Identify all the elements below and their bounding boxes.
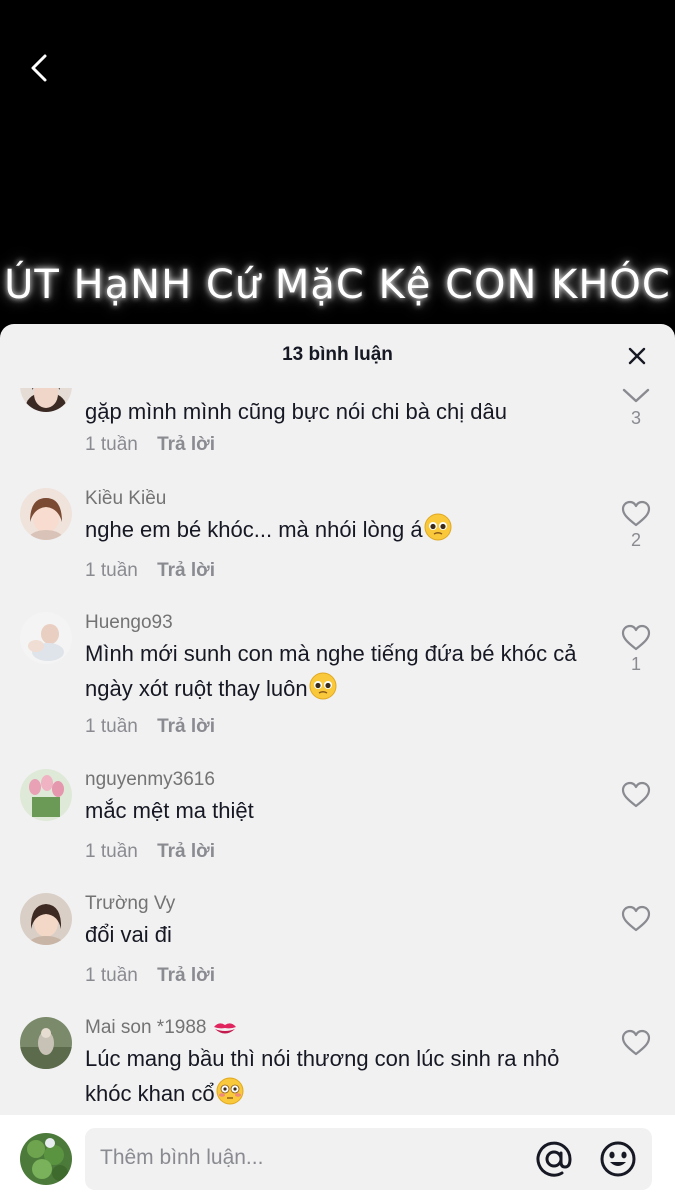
like-button[interactable] bbox=[616, 1029, 656, 1057]
reply-button[interactable]: Trả lời bbox=[157, 965, 215, 986]
heart-icon bbox=[621, 905, 651, 932]
back-button[interactable] bbox=[22, 50, 58, 86]
comment-meta: 1 tuần Trả lời bbox=[85, 965, 215, 987]
like-button[interactable]: 1 bbox=[616, 624, 656, 675]
like-count: 3 bbox=[630, 408, 641, 428]
comment-meta: 1 tuần Trả lời bbox=[85, 841, 215, 863]
comment-input-placeholder: Thêm bình luận... bbox=[100, 1146, 264, 1169]
comment-time: 1 tuần bbox=[85, 560, 138, 581]
comment-username[interactable]: Kiều Kiều bbox=[85, 488, 166, 510]
avatar[interactable] bbox=[20, 488, 72, 540]
comment-username[interactable]: Mai son *1988 bbox=[85, 1017, 238, 1044]
reply-button[interactable]: Trả lời bbox=[157, 841, 215, 862]
comment-list[interactable]: gặp mình mình cũng bực nói chi bà chị dâ… bbox=[0, 388, 675, 1115]
comment-username[interactable]: Trường Vy bbox=[85, 893, 175, 915]
like-button[interactable]: 3 bbox=[616, 388, 656, 429]
flushed-face-icon bbox=[215, 1076, 245, 1115]
heart-icon bbox=[621, 1029, 651, 1056]
comment-meta: 1 tuần Trả lời bbox=[85, 716, 215, 738]
heart-icon bbox=[621, 500, 651, 527]
avatar[interactable] bbox=[20, 612, 72, 664]
heart-icon bbox=[621, 624, 651, 651]
smiley-icon bbox=[600, 1141, 636, 1177]
avatar[interactable] bbox=[20, 893, 72, 945]
video-area[interactable]: ÚT HạNH Cứ MặC Kệ CON KHÓC bbox=[0, 0, 675, 340]
comment-text: Lúc mang bầu thì nói thương con lúc sinh… bbox=[85, 1041, 605, 1115]
like-count: 1 bbox=[630, 654, 641, 674]
comment-username[interactable]: nguyenmy3616 bbox=[85, 769, 215, 791]
video-caption: ÚT HạNH Cứ MặC Kệ CON KHÓC bbox=[4, 262, 671, 308]
sheet-header: 13 bình luận bbox=[0, 324, 675, 388]
like-count: 2 bbox=[630, 530, 641, 550]
comment-count-title: 13 bình luận bbox=[282, 344, 393, 365]
comment-time: 1 tuần bbox=[85, 716, 138, 737]
comment-meta: 1 tuần Trả lời bbox=[85, 434, 215, 456]
reply-button[interactable]: Trả lời bbox=[157, 434, 215, 455]
comment-time: 1 tuần bbox=[85, 965, 138, 986]
comment-username[interactable]: Huengo93 bbox=[85, 612, 173, 634]
close-icon bbox=[628, 347, 646, 365]
comment-meta: 1 tuần Trả lời bbox=[85, 560, 215, 582]
comment-text: gặp mình mình cũng bực nói chi bà chị dâ… bbox=[85, 399, 507, 424]
comment-input[interactable]: Thêm bình luận... bbox=[85, 1128, 652, 1190]
comment-text: Mình mới sunh con mà nghe tiếng đứa bé k… bbox=[85, 636, 605, 711]
comments-sheet: 13 bình luận gặp mình mình cũng bực nói … bbox=[0, 324, 675, 1200]
comment-text: mắc mệt ma thiệt bbox=[85, 798, 254, 823]
at-sign-icon bbox=[536, 1141, 572, 1177]
avatar[interactable] bbox=[20, 1017, 72, 1069]
chevron-left-icon bbox=[31, 54, 47, 82]
like-button[interactable]: 2 bbox=[616, 500, 656, 551]
comment-input-bar: Thêm bình luận... bbox=[0, 1115, 675, 1200]
chevron-down-icon bbox=[622, 388, 650, 403]
mention-button[interactable] bbox=[535, 1140, 573, 1178]
reply-button[interactable]: Trả lời bbox=[157, 560, 215, 581]
heart-icon bbox=[621, 781, 651, 808]
comment-text: đổi vai đi bbox=[85, 922, 172, 947]
like-button[interactable] bbox=[616, 781, 656, 811]
comment-text: nghe em bé khóc... mà nhói lòng á bbox=[85, 512, 605, 552]
user-avatar[interactable] bbox=[20, 1133, 72, 1185]
avatar[interactable] bbox=[20, 769, 72, 821]
pleading-face-icon bbox=[308, 671, 338, 711]
avatar[interactable] bbox=[20, 388, 72, 412]
comment-time: 1 tuần bbox=[85, 434, 138, 455]
close-button[interactable] bbox=[627, 346, 647, 366]
pleading-face-icon bbox=[423, 512, 453, 552]
comment-time: 1 tuần bbox=[85, 841, 138, 862]
reply-button[interactable]: Trả lời bbox=[157, 716, 215, 737]
emoji-button[interactable] bbox=[599, 1140, 637, 1178]
like-button[interactable] bbox=[616, 905, 656, 935]
